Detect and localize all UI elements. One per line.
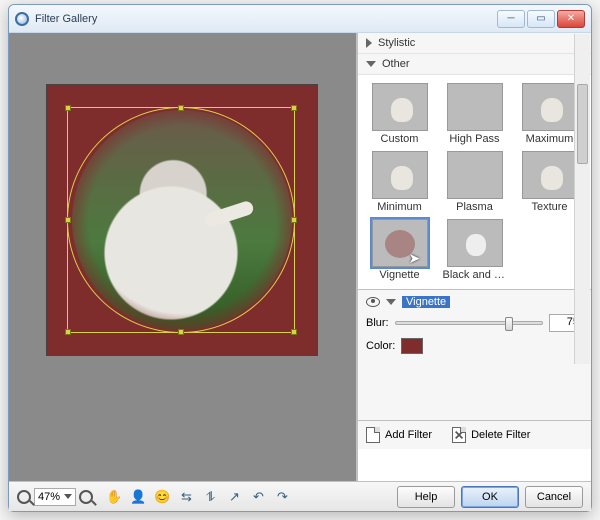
bottom-bar: 47% ✋ 👤 😊 ⇆ ⥮ ↗ ↶ ↷ Help OK Cancel	[9, 481, 591, 511]
vignette-bounds[interactable]	[67, 107, 295, 333]
hand-icon[interactable]: ✋	[107, 489, 122, 504]
thumb-plasma[interactable]: Plasma	[439, 151, 510, 213]
blur-slider-thumb[interactable]	[505, 317, 513, 331]
handle-bm[interactable]	[178, 329, 184, 335]
page-add-icon	[366, 427, 380, 443]
filter-gallery-window: Filter Gallery ─ ▭ ✕	[8, 4, 592, 512]
window-title: Filter Gallery	[35, 13, 97, 25]
filter-params: Vignette Blur: 75 Color:	[358, 289, 591, 420]
handle-ml[interactable]	[65, 217, 71, 223]
blur-slider[interactable]	[395, 321, 543, 325]
chevron-right-icon	[366, 38, 372, 48]
filter-thumbnails: Custom High Pass Maximum Minimum Plasma …	[358, 75, 591, 289]
visibility-icon[interactable]	[366, 297, 380, 307]
filter-actions: Add Filter Delete Filter	[358, 420, 591, 449]
person-icon[interactable]: 👤	[131, 489, 146, 504]
chevron-down-icon	[366, 61, 376, 67]
thumb-high-pass[interactable]: High Pass	[439, 83, 510, 145]
close-button[interactable]: ✕	[557, 10, 585, 28]
page-delete-icon	[452, 427, 466, 443]
thumb-vignette[interactable]: ➤Vignette	[364, 219, 435, 281]
color-swatch[interactable]	[401, 338, 423, 354]
handle-tl[interactable]	[65, 105, 71, 111]
active-filter-name[interactable]: Vignette	[402, 296, 450, 308]
help-button[interactable]: Help	[397, 486, 455, 508]
category-label: Other	[382, 58, 410, 70]
thumb-black-and-white[interactable]: Black and White ...	[439, 219, 510, 281]
rotate-ccw-icon[interactable]: ↶	[251, 489, 266, 504]
category-other[interactable]: Other	[358, 54, 591, 75]
handle-bl[interactable]	[65, 329, 71, 335]
handle-mr[interactable]	[291, 217, 297, 223]
preview-pane[interactable]	[9, 33, 357, 481]
rotate-cw-icon[interactable]: ↷	[275, 489, 290, 504]
chevron-down-icon	[64, 494, 72, 499]
scrollbar-thumb[interactable]	[577, 84, 588, 164]
preview-canvas[interactable]	[47, 85, 317, 355]
titlebar: Filter Gallery ─ ▭ ✕	[9, 5, 591, 33]
blur-label: Blur:	[366, 317, 389, 329]
cursor-icon: ➤	[409, 250, 421, 267]
app-icon	[15, 12, 29, 26]
chevron-down-icon[interactable]	[386, 299, 396, 305]
add-filter-button[interactable]: Add Filter	[366, 427, 432, 443]
ok-button[interactable]: OK	[461, 486, 519, 508]
zoom-level-select[interactable]: 47%	[34, 488, 76, 506]
handle-tm[interactable]	[178, 105, 184, 111]
share-icon[interactable]: ↗	[227, 489, 242, 504]
flip-h-icon[interactable]: ⇆	[179, 489, 194, 504]
right-panel: Stylistic Other Custom High Pass Maximum…	[357, 33, 591, 481]
thumb-custom[interactable]: Custom	[364, 83, 435, 145]
color-label: Color:	[366, 340, 395, 352]
delete-filter-button[interactable]: Delete Filter	[452, 427, 530, 443]
flip-v-icon[interactable]: ⥮	[203, 489, 218, 504]
handle-br[interactable]	[291, 329, 297, 335]
maximize-button[interactable]: ▭	[527, 10, 555, 28]
right-scrollbar[interactable]	[574, 34, 590, 364]
category-label: Stylistic	[378, 37, 415, 49]
face-icon[interactable]: 😊	[155, 489, 170, 504]
minimize-button[interactable]: ─	[497, 10, 525, 28]
toolbar-icons: ✋ 👤 😊 ⇆ ⥮ ↗ ↶ ↷	[107, 489, 290, 504]
thumb-minimum[interactable]: Minimum	[364, 151, 435, 213]
zoom-in-icon[interactable]	[79, 490, 93, 504]
cancel-button[interactable]: Cancel	[525, 486, 583, 508]
zoom-out-icon[interactable]	[17, 490, 31, 504]
handle-tr[interactable]	[291, 105, 297, 111]
category-stylistic[interactable]: Stylistic	[358, 33, 591, 54]
